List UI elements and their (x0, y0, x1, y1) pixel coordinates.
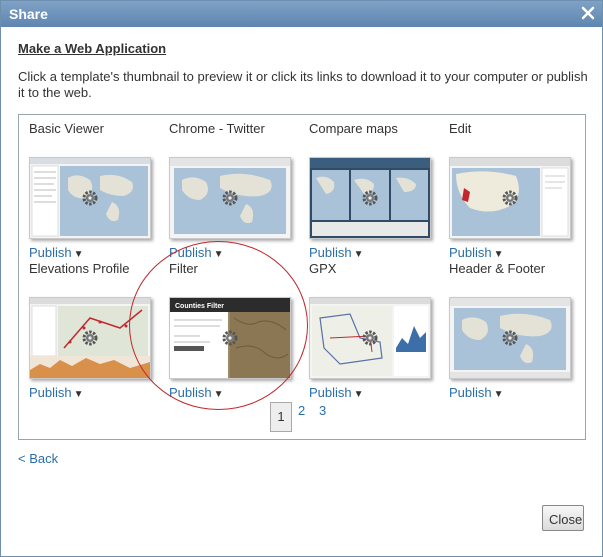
template-gallery: Basic Viewer Publish▼ Chrome - Twitter (18, 114, 586, 440)
gear-icon (222, 190, 238, 206)
dropdown-caret-icon: ▼ (73, 389, 84, 400)
template-name: Edit (449, 121, 472, 136)
gear-icon (502, 330, 518, 346)
template-name: Basic Viewer (29, 121, 104, 136)
template-name: GPX (309, 261, 337, 276)
publish-link[interactable]: Publish ▼ (449, 385, 504, 400)
template-thumbnail[interactable] (449, 157, 571, 239)
template-thumbnail[interactable] (169, 157, 291, 239)
dropdown-caret-icon: ▼ (353, 389, 364, 400)
back-link[interactable]: < Back (18, 451, 58, 466)
close-button[interactable]: Close (542, 505, 584, 531)
gear-icon (362, 330, 378, 346)
publish-link[interactable]: Publish ▼ (29, 385, 84, 400)
gear-icon (502, 190, 518, 206)
gear-icon (82, 190, 98, 206)
dropdown-caret-icon: ▼ (493, 249, 504, 260)
template-name: Header & Footer (449, 261, 546, 276)
section-heading: Make a Web Application (18, 41, 167, 56)
template-name: Compare maps (309, 121, 398, 136)
close-icon[interactable] (580, 5, 596, 21)
share-dialog: Share Make a Web Application Click a tem… (0, 0, 603, 557)
dropdown-caret-icon: ▼ (493, 389, 504, 400)
publish-link[interactable]: Publish ▼ (309, 385, 364, 400)
publish-link[interactable]: Publish ▼ (449, 245, 504, 260)
instructions-text: Click a template's thumbnail to preview … (18, 69, 588, 100)
template-thumbnail[interactable] (309, 157, 431, 239)
template-thumbnail[interactable] (449, 297, 571, 379)
template-name: Chrome - Twitter (169, 121, 265, 136)
gear-icon (362, 190, 378, 206)
template-thumbnail[interactable] (29, 157, 151, 239)
page-1-button[interactable]: 1 (270, 402, 292, 432)
dropdown-caret-icon: ▼ (73, 249, 84, 260)
publish-link[interactable]: Publish ▼ (29, 245, 84, 260)
page-2-link[interactable]: 2 (298, 403, 305, 418)
dialog-title: Share (9, 6, 48, 22)
gear-icon (82, 330, 98, 346)
page-3-link[interactable]: 3 (319, 403, 326, 418)
publish-link[interactable]: Publish ▼ (309, 245, 364, 260)
template-thumbnail[interactable] (309, 297, 431, 379)
template-name: Elevations Profile (29, 261, 130, 276)
dropdown-caret-icon: ▼ (353, 249, 364, 260)
annotation-circle (129, 241, 308, 410)
title-bar: Share (1, 1, 602, 27)
